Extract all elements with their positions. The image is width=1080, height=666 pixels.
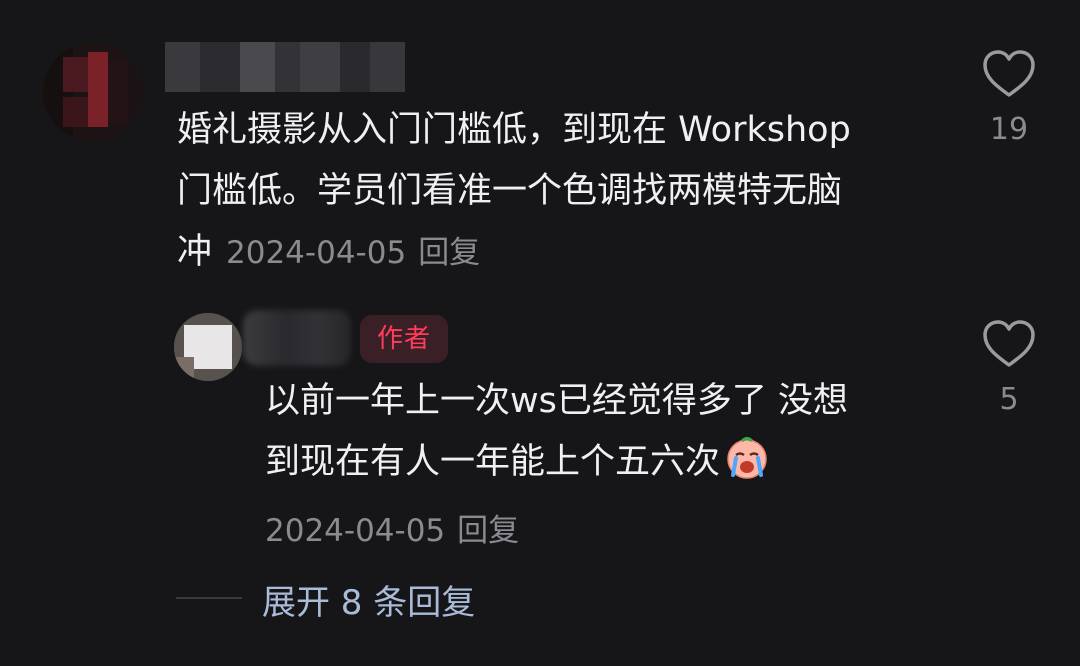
reply-username[interactable] [243,310,351,366]
reply-comment-line-1: 以前一年上一次ws已经觉得多了 没想 [265,381,848,421]
main-comment-line-1: 婚礼摄影从入门门槛低，到现在 Workshop [177,110,851,150]
main-comment-meta: 2024-04-05 回复 [226,223,480,284]
main-like-button[interactable] [981,48,1037,100]
crying-face-emoji-icon [727,437,767,479]
main-like-count: 19 [989,112,1029,147]
main-comment-date: 2024-04-05 [226,235,407,271]
main-reply-button[interactable]: 回复 [418,235,480,271]
main-comment-line-3: 冲 [177,232,213,272]
heart-icon [983,50,1035,97]
reply-reply-button[interactable]: 回复 [457,513,519,549]
main-comment-text: 婚礼摄影从入门门槛低，到现在 Workshop 门槛低。学员们看准一个色调找两模… [177,100,851,284]
reply-like-button[interactable] [981,318,1037,370]
commenter-username[interactable] [165,42,405,92]
reply-comment-text: 以前一年上一次ws已经觉得多了 没想 到现在有人一年能上个五六次 [265,371,848,493]
heart-icon [983,320,1035,367]
commenter-avatar[interactable] [43,42,143,142]
author-badge: 作者 [360,315,448,363]
reply-avatar[interactable] [174,313,242,381]
expand-divider [176,597,242,599]
reply-comment-date: 2024-04-05 [265,513,446,549]
main-comment-line-2: 门槛低。学员们看准一个色调找两模特无脑 [177,171,843,211]
expand-replies-button[interactable]: 展开 8 条回复 [262,575,475,624]
reply-comment-meta: 2024-04-05 回复 [265,505,519,550]
reply-like-count: 5 [999,382,1019,417]
reply-comment-line-2: 到现在有人一年能上个五六次 [265,442,721,482]
